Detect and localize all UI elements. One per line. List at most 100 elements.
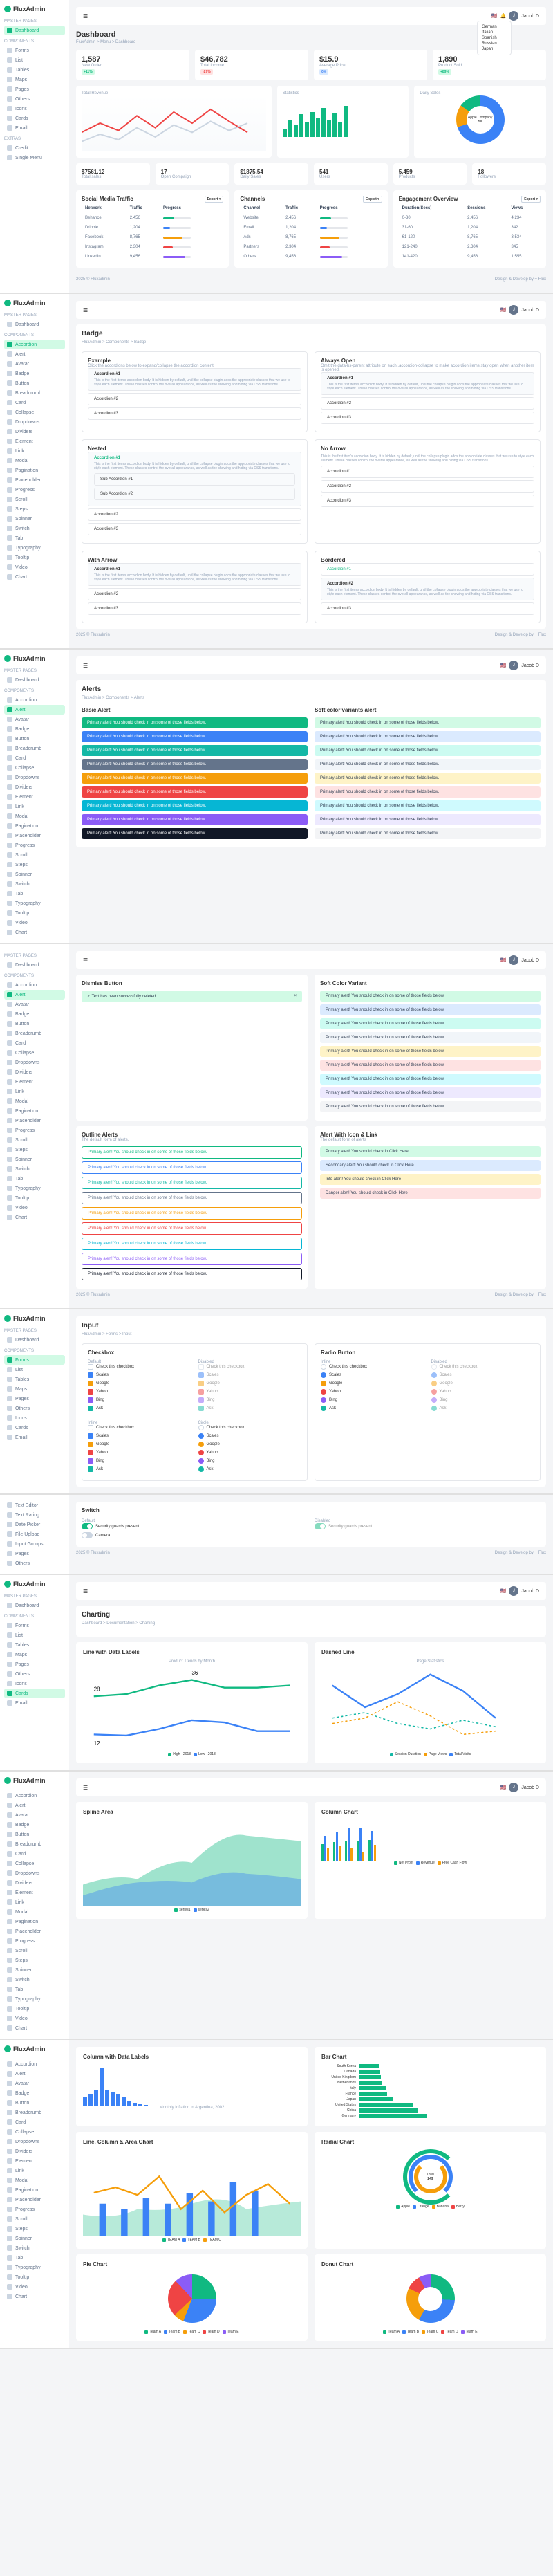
radio-input[interactable]	[198, 1442, 204, 1447]
sidebar-item-element[interactable]: Element	[4, 1888, 65, 1897]
sidebar-item-collapse[interactable]: Collapse	[4, 2127, 65, 2137]
sidebar-item-tooltip[interactable]: Tooltip	[4, 908, 65, 918]
sidebar-item-button[interactable]: Button	[4, 734, 65, 744]
sidebar-item[interactable]: Pages	[4, 1659, 65, 1669]
sidebar-item-progress[interactable]: Progress	[4, 2205, 65, 2214]
sidebar-item-collapse[interactable]: Collapse	[4, 1048, 65, 1058]
sidebar-item-badge[interactable]: Badge	[4, 369, 65, 378]
language-dropdown[interactable]: German Italian Spanish Russian Japan	[477, 21, 512, 55]
sidebar-item-chart[interactable]: Chart	[4, 2023, 65, 2033]
lang-option[interactable]: Russian	[480, 41, 508, 46]
sidebar-item-button[interactable]: Button	[4, 1019, 65, 1029]
sidebar-item-accordion[interactable]: Accordion	[4, 340, 65, 349]
checkbox-row[interactable]: Bing	[321, 1397, 424, 1403]
sidebar-item-others[interactable]: Others	[4, 94, 65, 104]
sidebar-item-spinner[interactable]: Spinner	[4, 514, 65, 524]
sidebar-item-tooltip[interactable]: Tooltip	[4, 553, 65, 562]
radio-input[interactable]	[321, 1406, 326, 1411]
switch-toggle[interactable]	[82, 1523, 93, 1529]
radio-input[interactable]	[198, 1458, 204, 1464]
sidebar-item[interactable]: Others	[4, 1404, 65, 1413]
accordion-item[interactable]: Accordion #2	[88, 393, 301, 405]
sidebar-item-chart[interactable]: Chart	[4, 2292, 65, 2301]
checkbox-row[interactable]: Yahoo	[198, 1450, 302, 1455]
sidebar-item-dividers[interactable]: Dividers	[4, 782, 65, 792]
sidebar-item-steps[interactable]: Steps	[4, 504, 65, 514]
sidebar-item-link[interactable]: Link	[4, 1087, 65, 1096]
sidebar-item-icons[interactable]: Icons	[4, 104, 65, 113]
sidebar-item-tooltip[interactable]: Tooltip	[4, 2272, 65, 2282]
sidebar-item-typography[interactable]: Typography	[4, 1184, 65, 1193]
sidebar-item-breadcrumb[interactable]: Breadcrumb	[4, 1839, 65, 1849]
checkbox-row[interactable]: Google	[321, 1381, 424, 1386]
sidebar-item-spinner[interactable]: Spinner	[4, 870, 65, 879]
sidebar-item-steps[interactable]: Steps	[4, 1145, 65, 1154]
radio-input[interactable]	[321, 1389, 326, 1395]
checkbox-input[interactable]	[88, 1397, 93, 1403]
sidebar-item-scroll[interactable]: Scroll	[4, 2214, 65, 2224]
sidebar-item-modal[interactable]: Modal	[4, 456, 65, 466]
checkbox-row[interactable]: Yahoo	[321, 1389, 424, 1395]
radio-input[interactable]	[321, 1372, 326, 1378]
sidebar-item-typography[interactable]: Typography	[4, 2263, 65, 2272]
switch-row[interactable]: Camera	[82, 1532, 308, 1538]
sidebar-item[interactable]: File Upload	[4, 1529, 65, 1539]
checkbox-row[interactable]: Ask	[198, 1466, 302, 1472]
sidebar-item-modal[interactable]: Modal	[4, 1096, 65, 1106]
accordion-item[interactable]: Accordion #1This is the first item's acc…	[88, 563, 301, 586]
lang-option[interactable]: Italian	[480, 30, 508, 35]
sidebar-item-button[interactable]: Button	[4, 1830, 65, 1839]
avatar[interactable]: J	[509, 11, 518, 21]
sidebar-item-switch[interactable]: Switch	[4, 2243, 65, 2253]
sidebar-item-dropdowns[interactable]: Dropdowns	[4, 1868, 65, 1878]
brand-logo[interactable]: FluxAdmin	[4, 300, 65, 306]
radio-input[interactable]	[198, 1466, 204, 1472]
sidebar-item-video[interactable]: Video	[4, 562, 65, 572]
checkbox-input[interactable]	[88, 1389, 93, 1395]
sidebar-item-cards[interactable]: Cards	[4, 1689, 65, 1698]
sidebar-item-collapse[interactable]: Collapse	[4, 407, 65, 417]
accordion-item[interactable]: Accordion #2	[88, 508, 301, 521]
accordion-sub-item[interactable]: Sub Accordion #2	[94, 488, 295, 500]
sidebar-item-dashboard[interactable]: Dashboard	[4, 320, 65, 329]
sidebar-item-modal[interactable]: Modal	[4, 2175, 65, 2185]
checkbox-input[interactable]	[88, 1458, 93, 1464]
accordion-item[interactable]: Accordion #1	[321, 466, 534, 478]
sidebar-item-dropdowns[interactable]: Dropdowns	[4, 773, 65, 782]
sidebar-item-breadcrumb[interactable]: Breadcrumb	[4, 744, 65, 753]
accordion-item[interactable]: Accordion #1This is the first item's acc…	[321, 372, 534, 395]
sidebar-item-avatar[interactable]: Avatar	[4, 1810, 65, 1820]
sidebar-item-link[interactable]: Link	[4, 446, 65, 456]
sidebar-item-typography[interactable]: Typography	[4, 1994, 65, 2004]
sidebar-item-pages[interactable]: Pages	[4, 84, 65, 94]
menu-toggle-icon[interactable]: ☰	[83, 663, 88, 669]
sidebar-item[interactable]: Others	[4, 1669, 65, 1679]
sidebar-item-pagination[interactable]: Pagination	[4, 2185, 65, 2195]
menu-toggle-icon[interactable]: ☰	[83, 307, 88, 313]
sidebar-item[interactable]: Email	[4, 1698, 65, 1708]
sidebar-item-accordion[interactable]: Accordion	[4, 2059, 65, 2069]
checkbox-row[interactable]: Check this checkbox	[88, 1364, 191, 1370]
checkbox-row[interactable]: Google	[198, 1442, 302, 1447]
sidebar-item-video[interactable]: Video	[4, 1203, 65, 1213]
sidebar-item-tab[interactable]: Tab	[4, 2253, 65, 2263]
sidebar-item-placeholder[interactable]: Placeholder	[4, 2195, 65, 2205]
checkbox-input[interactable]	[88, 1406, 93, 1411]
accordion-item[interactable]: Accordion #1This is the first item's acc…	[88, 452, 301, 506]
checkbox-row[interactable]: Bing	[88, 1397, 191, 1403]
sidebar-item-dashboard[interactable]: Dashboard	[4, 1601, 65, 1610]
sidebar-item-placeholder[interactable]: Placeholder	[4, 831, 65, 840]
sidebar-item-card[interactable]: Card	[4, 1849, 65, 1859]
sidebar-item-dropdowns[interactable]: Dropdowns	[4, 2137, 65, 2146]
sidebar-item-dividers[interactable]: Dividers	[4, 427, 65, 436]
checkbox-row[interactable]: Bing	[198, 1458, 302, 1464]
sidebar-item-video[interactable]: Video	[4, 2282, 65, 2292]
sidebar-item-scroll[interactable]: Scroll	[4, 850, 65, 860]
sidebar-item[interactable]: Cards	[4, 1423, 65, 1433]
sidebar-item-placeholder[interactable]: Placeholder	[4, 1926, 65, 1936]
checkbox-row[interactable]: Scales	[88, 1433, 191, 1439]
checkbox-row[interactable]: Check this checkbox	[88, 1425, 191, 1430]
checkbox-row[interactable]: Ask	[88, 1406, 191, 1411]
sidebar-item-video[interactable]: Video	[4, 2014, 65, 2023]
checkbox-row[interactable]: Yahoo	[88, 1389, 191, 1395]
